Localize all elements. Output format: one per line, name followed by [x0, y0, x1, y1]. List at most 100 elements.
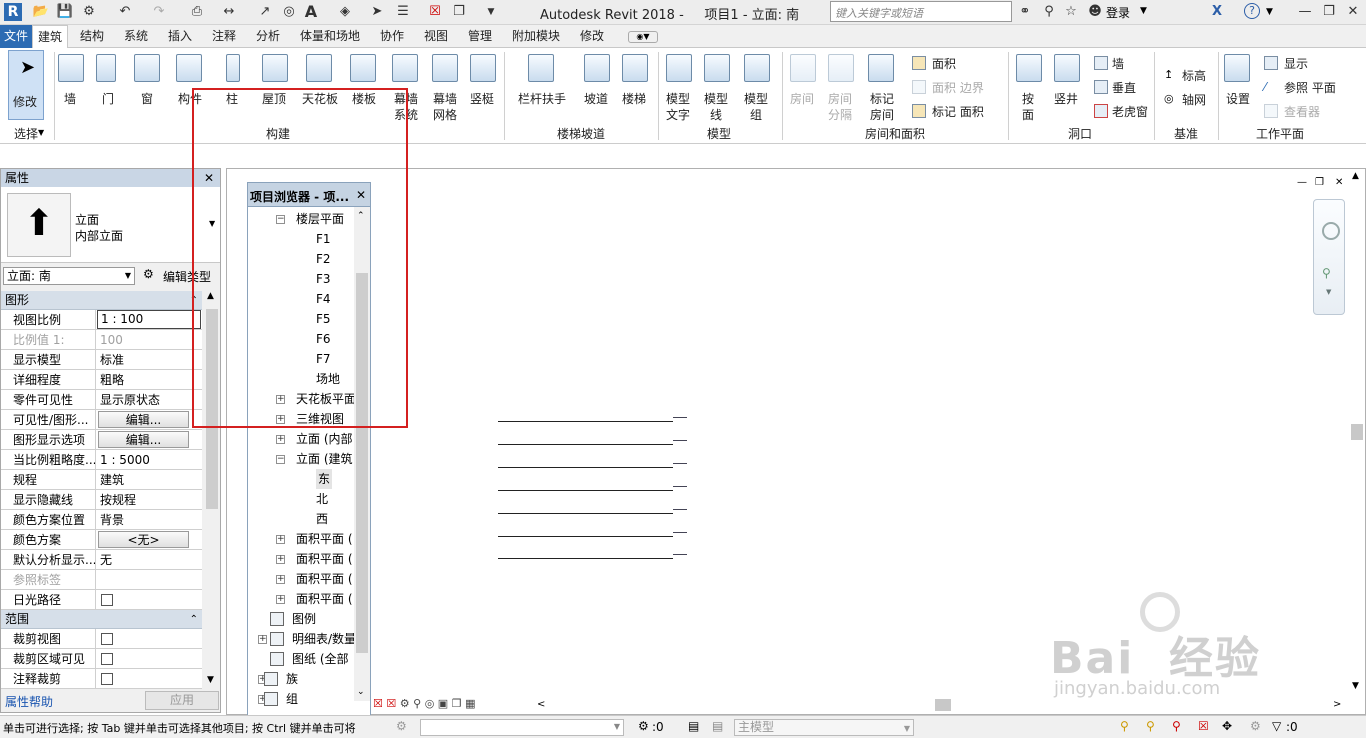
model-line-icon[interactable]: [704, 54, 730, 82]
by-face-label-2[interactable]: 面: [1022, 106, 1034, 123]
select-underlay-icon[interactable]: ⚲: [1146, 719, 1155, 733]
workset-dropdown-icon[interactable]: ▼: [614, 722, 620, 731]
property-row[interactable]: 默认分析显示... 无: [1, 550, 202, 570]
vertical-opening-button[interactable]: 垂直: [1112, 79, 1136, 96]
customize-dropdown-icon[interactable]: ▼: [482, 3, 500, 21]
property-row[interactable]: 视图比例 1 : 100: [1, 310, 202, 330]
undo-icon[interactable]: ↶: [116, 3, 134, 21]
steering-wheel-icon[interactable]: [1322, 222, 1340, 240]
thin-lines-icon[interactable]: ☰: [394, 3, 412, 21]
curtain-grid-label-2[interactable]: 网格: [433, 106, 457, 123]
property-row[interactable]: 详细程度 粗略: [1, 370, 202, 390]
help-dropdown-icon[interactable]: ▼: [1266, 7, 1273, 17]
level-line[interactable]: [498, 558, 673, 559]
by-face-icon[interactable]: [1016, 54, 1042, 82]
browser-node[interactable]: 西: [316, 509, 328, 529]
login-dropdown-icon[interactable]: ▼: [1140, 6, 1147, 16]
tab-view[interactable]: 视图: [424, 25, 448, 48]
door-icon[interactable]: [96, 54, 116, 82]
level-tag-icon[interactable]: [673, 554, 687, 560]
restore-icon[interactable]: ❐: [1320, 3, 1338, 21]
model-group-label-2[interactable]: 组: [750, 106, 762, 123]
select-links-icon[interactable]: ⚲: [1120, 719, 1129, 733]
show-constraints-icon[interactable]: ⚲: [413, 697, 421, 710]
subscription-icon[interactable]: ⚲: [1040, 3, 1058, 21]
ref-plane-button[interactable]: 参照 平面: [1284, 79, 1336, 96]
property-row[interactable]: 显示模型 标准: [1, 350, 202, 370]
expand-toggle-icon[interactable]: +: [258, 635, 267, 644]
expand-toggle-icon[interactable]: +: [276, 535, 285, 544]
property-row[interactable]: 注释裁剪: [1, 669, 202, 689]
property-value[interactable]: 1 : 100: [97, 310, 201, 329]
property-row[interactable]: 日光路径: [1, 590, 202, 610]
level-line[interactable]: [498, 536, 673, 537]
dormer-icon[interactable]: [1094, 104, 1108, 118]
horizontal-scroll-thumb[interactable]: [935, 699, 951, 711]
browser-node[interactable]: 面积平面 (: [296, 589, 353, 609]
user-icon[interactable]: ☻: [1086, 3, 1104, 21]
ref-plane-icon[interactable]: ⁄: [1264, 80, 1278, 94]
ramp-icon[interactable]: [584, 54, 610, 82]
close-icon[interactable]: ✕: [1344, 3, 1362, 21]
level-tag-icon[interactable]: [673, 509, 687, 515]
dimension-icon[interactable]: ↗: [256, 3, 274, 21]
model-text-label-2[interactable]: 文字: [666, 106, 690, 123]
expand-toggle-icon[interactable]: +: [276, 435, 285, 444]
tab-annotate[interactable]: 注释: [212, 25, 236, 48]
background-process-icon[interactable]: ⚙: [1250, 719, 1261, 733]
tag-icon[interactable]: ◎: [280, 3, 298, 21]
vertical-scroll-thumb[interactable]: [1351, 424, 1363, 440]
type-selector[interactable]: ⬆ 立面 内部立面 ▼: [1, 187, 220, 263]
save-icon[interactable]: 💾: [56, 3, 74, 21]
exchange-apps-icon[interactable]: X: [1208, 3, 1226, 21]
level-tag-icon[interactable]: [673, 463, 687, 469]
filter-icon[interactable]: ▽: [1272, 719, 1281, 733]
select-dropdown-icon[interactable]: ▼: [38, 128, 44, 137]
scroll-down-icon[interactable]: ▼: [1352, 681, 1359, 691]
wall-opening-icon[interactable]: [1094, 56, 1108, 70]
tab-structure[interactable]: 结构: [80, 25, 104, 48]
search-input[interactable]: 键入关键字或短语: [835, 5, 923, 21]
tab-addins[interactable]: 附加模块: [512, 25, 560, 48]
set-workplane-icon[interactable]: [1224, 54, 1250, 82]
door-button[interactable]: 门: [102, 90, 114, 107]
sync-icon[interactable]: ⚙: [80, 3, 98, 21]
zoom-region-icon[interactable]: ⚲: [1322, 266, 1331, 280]
grid-button[interactable]: 轴网: [1182, 91, 1206, 108]
railing-icon[interactable]: [528, 54, 554, 82]
curtain-grid-label-1[interactable]: 幕墙: [433, 90, 457, 107]
select-by-face-icon[interactable]: ☒: [1198, 719, 1209, 733]
browser-node[interactable]: 图纸 (全部: [292, 649, 349, 669]
redo-icon[interactable]: ↷: [150, 3, 168, 21]
property-row[interactable]: 裁剪区域可见: [1, 649, 202, 669]
level-line[interactable]: [498, 490, 673, 491]
browser-node[interactable]: 东: [316, 469, 333, 489]
tag-room-label-1[interactable]: 标记: [870, 90, 894, 107]
ribbon-toggle-icon[interactable]: ◉▼: [628, 31, 658, 43]
props-scroll-down-icon[interactable]: ▼: [207, 675, 214, 685]
property-row[interactable]: 图形显示选项 编辑...: [1, 430, 202, 450]
level-line[interactable]: [498, 444, 673, 445]
vertical-scrollbar[interactable]: ▲ ▼: [1349, 169, 1365, 699]
property-row[interactable]: 可见性/图形... 编辑...: [1, 410, 202, 430]
browser-node[interactable]: 立面 (建筑: [296, 449, 353, 469]
level-line[interactable]: [498, 421, 673, 422]
property-row[interactable]: 比例值 1: 100: [1, 330, 202, 350]
vertical-opening-icon[interactable]: [1094, 80, 1108, 94]
close-hidden-icon[interactable]: ☒: [426, 3, 444, 21]
collapse-icon[interactable]: ⌃: [190, 610, 198, 629]
tab-architecture[interactable]: 建筑: [32, 25, 69, 49]
section-extent[interactable]: 范围 ⌃: [1, 610, 202, 629]
wall-icon[interactable]: [58, 54, 84, 82]
area-icon[interactable]: [912, 56, 926, 70]
login-button[interactable]: 登录: [1106, 4, 1130, 21]
section-icon[interactable]: ➤: [368, 3, 386, 21]
zoom-dropdown-icon[interactable]: ▼: [1326, 288, 1331, 296]
drag-elements-icon[interactable]: ✥: [1222, 719, 1232, 733]
canvas-restore-icon[interactable]: ❐: [1315, 177, 1324, 188]
property-row[interactable]: 零件可见性 显示原状态: [1, 390, 202, 410]
view-instance-dropdown-icon[interactable]: ▼: [125, 268, 131, 284]
switch-windows-icon[interactable]: ❐: [450, 3, 468, 21]
level-button[interactable]: 标高: [1182, 67, 1206, 84]
view-instance-select[interactable]: 立面: 南 ▼: [3, 267, 135, 285]
